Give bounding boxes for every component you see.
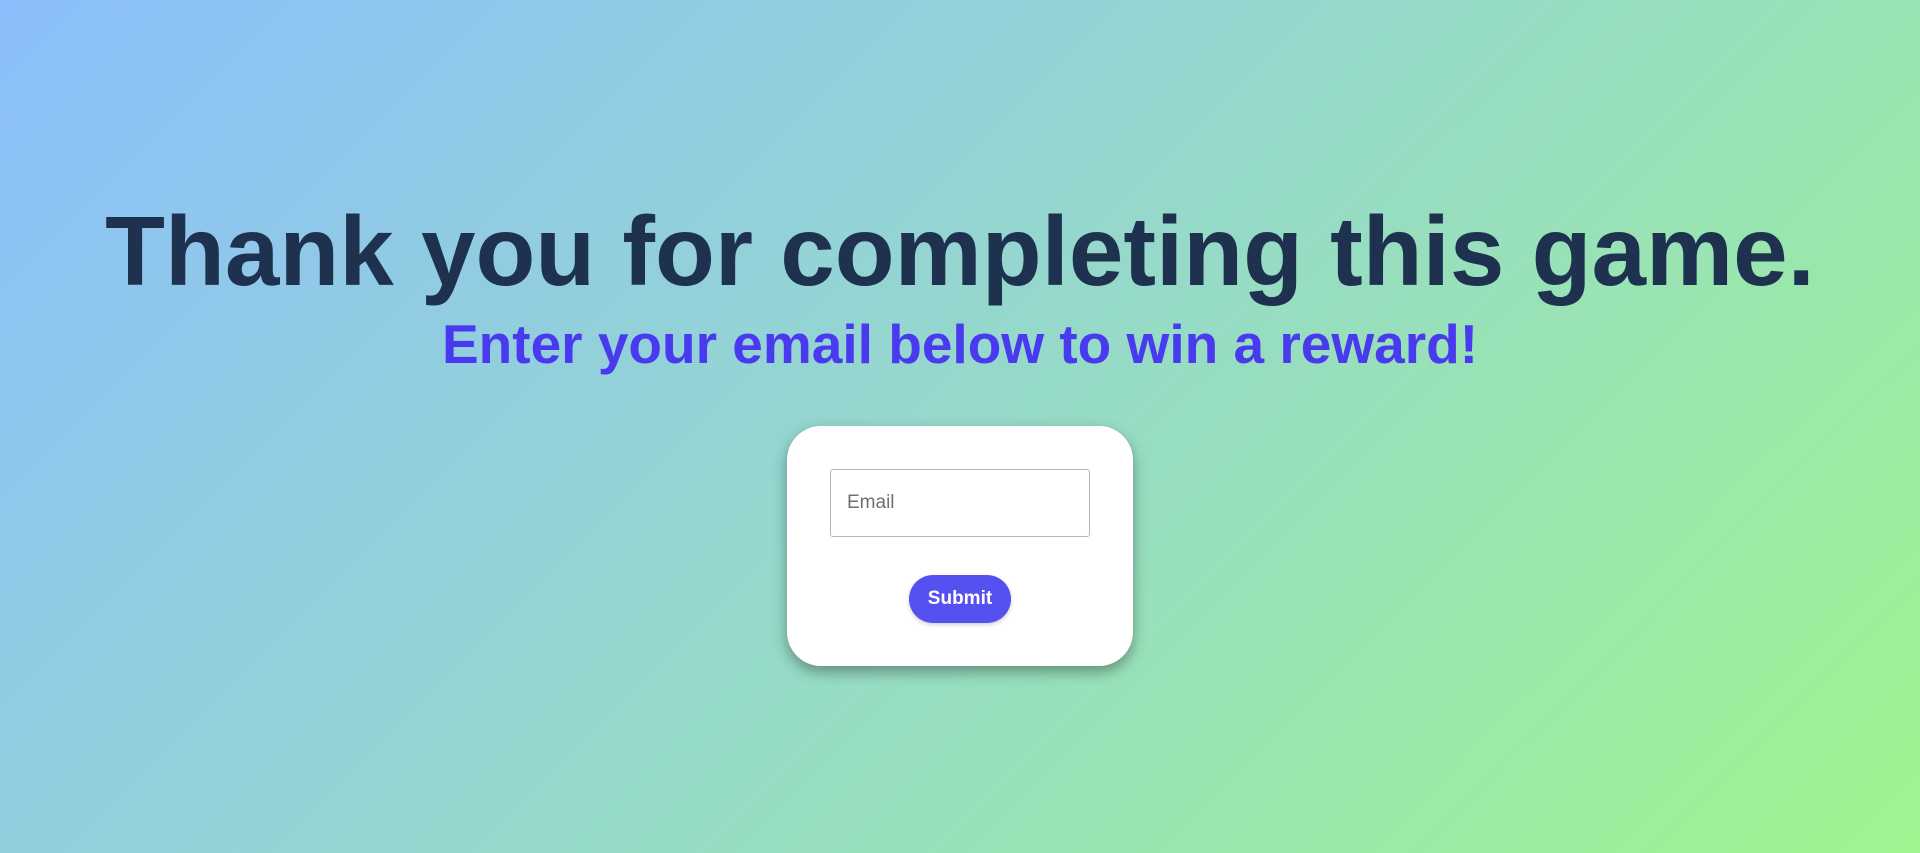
email-form-card: Submit	[787, 426, 1133, 666]
page-title: Thank you for completing this game.	[105, 196, 1815, 306]
page-subtitle: Enter your email below to win a reward!	[441, 313, 1479, 375]
page: Thank you for completing this game. Ente…	[0, 0, 1920, 853]
submit-button[interactable]: Submit	[909, 575, 1011, 623]
email-field[interactable]	[830, 469, 1090, 537]
